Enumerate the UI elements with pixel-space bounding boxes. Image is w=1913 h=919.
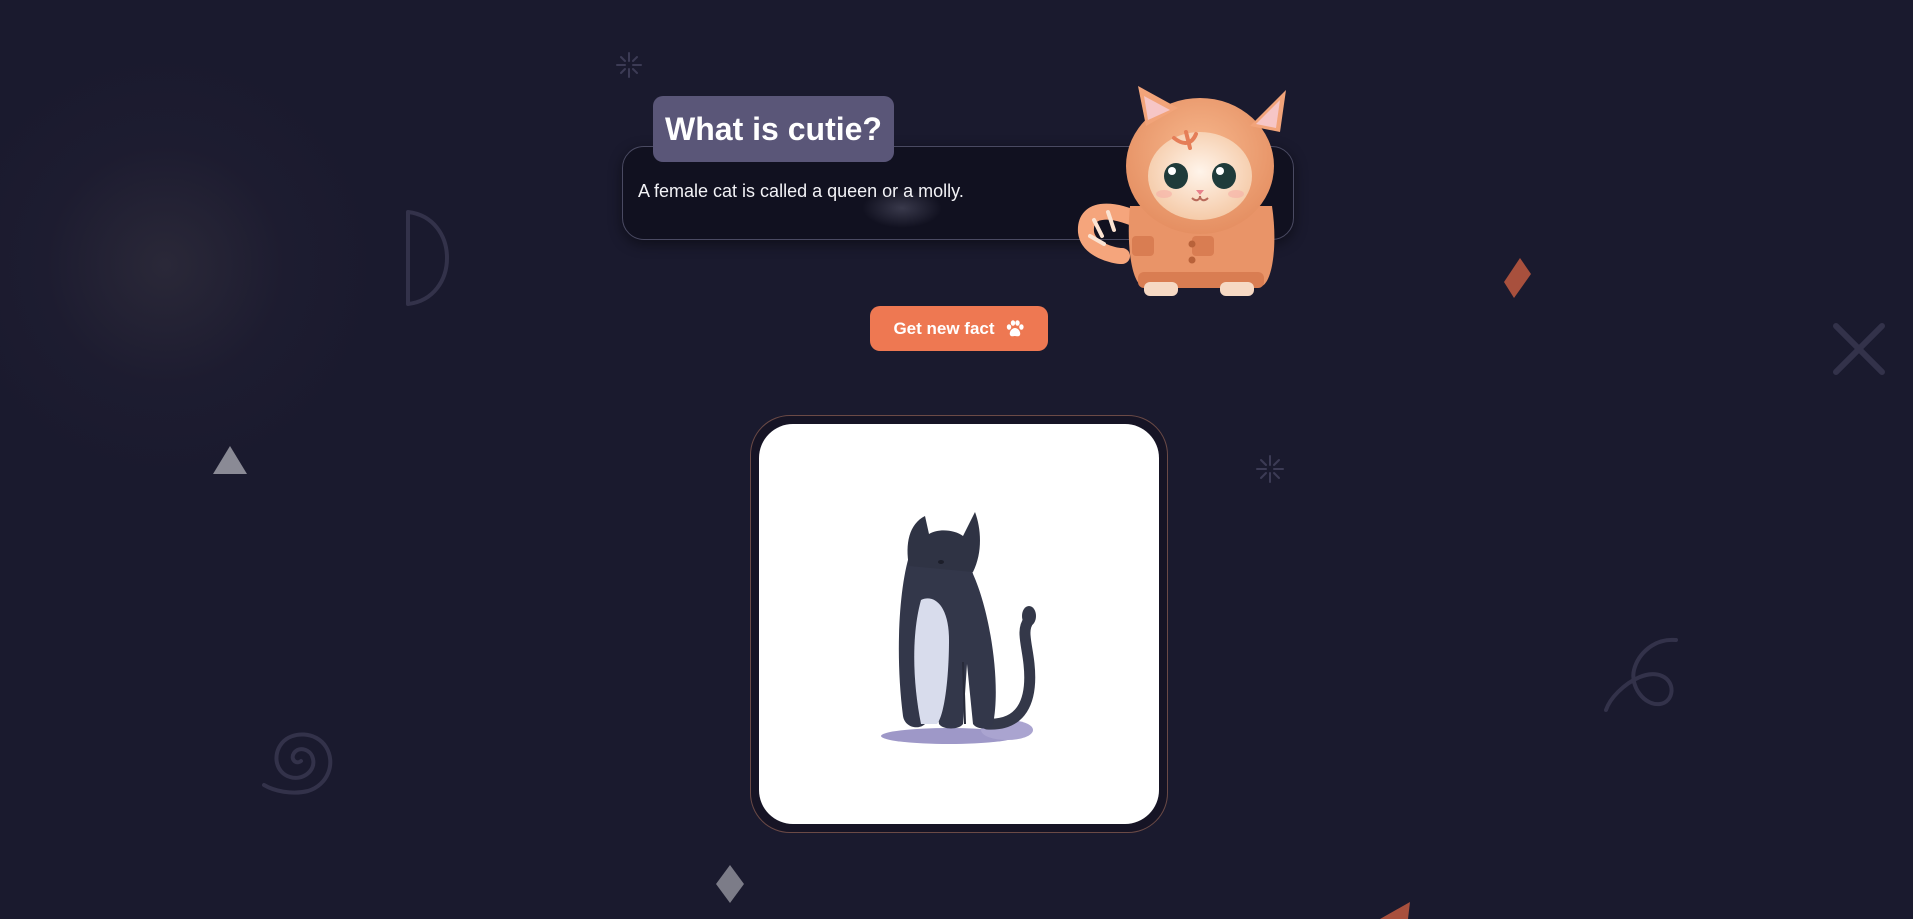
sparkle-decoration-right xyxy=(1256,455,1284,483)
swirl-decoration xyxy=(1604,637,1678,712)
title-badge: What is cutie? xyxy=(653,96,894,162)
sparkle-decoration xyxy=(616,52,642,78)
get-new-fact-button[interactable]: Get new fact xyxy=(870,306,1048,351)
triangle-decoration-orange xyxy=(1380,902,1410,919)
page: A female cat is called a queen or a moll… xyxy=(0,0,1913,919)
spiral-decoration xyxy=(262,732,333,795)
triangle-decoration xyxy=(213,446,247,474)
diamond-decoration-gray xyxy=(716,865,744,903)
cat-image-card xyxy=(759,424,1159,824)
paw-icon xyxy=(1006,319,1024,336)
cross-decoration xyxy=(1833,323,1885,375)
kitten-mascot-image xyxy=(1078,86,1286,296)
get-new-fact-label: Get new fact xyxy=(893,318,995,338)
fact-text: A female cat is called a queen or a moll… xyxy=(638,181,964,201)
cat-illustration xyxy=(881,512,1036,744)
half-moon-decoration xyxy=(406,210,449,306)
page-title: What is cutie? xyxy=(665,110,882,147)
diamond-decoration-orange xyxy=(1504,258,1531,298)
